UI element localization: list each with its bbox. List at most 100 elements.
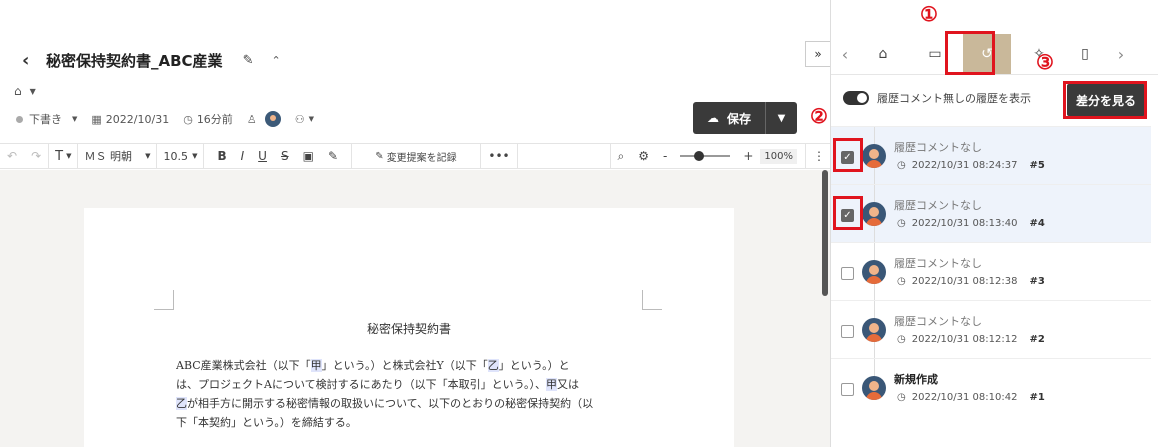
history-item[interactable]: 新規作成 ◷ 2022/10/31 08:10:42 #1 — [831, 358, 1151, 416]
status-dropdown[interactable]: 下書き ▼ — [16, 111, 77, 127]
clock-icon: ◷ — [897, 218, 906, 229]
history-checkbox[interactable] — [841, 267, 854, 280]
history-item[interactable]: ✓ 履歴コメントなし ◷ 2022/10/31 08:13:40 #4 — [831, 184, 1151, 243]
history-number: #4 — [1029, 218, 1045, 229]
date-item: ▦ 2022/10/31 — [91, 113, 169, 126]
document-title: 秘密保持契約書_ABC産業 — [46, 51, 223, 70]
date-text: 2022/10/31 — [105, 112, 170, 126]
clock-icon: ◷ — [183, 112, 193, 126]
history-time: 2022/10/31 08:13:40 — [911, 218, 1018, 229]
text-box-icon[interactable]: ▣ — [296, 149, 321, 163]
save-label: 保存 — [726, 111, 751, 126]
history-meta: ◷ 2022/10/31 08:12:38 #3 — [897, 276, 1045, 287]
tag-icon[interactable]: ⌂ — [14, 84, 22, 98]
history-time: 2022/10/31 08:10:42 — [911, 392, 1018, 403]
show-no-comment-toggle[interactable] — [843, 91, 869, 105]
toggle-label: 履歴コメント無しの履歴を表示 — [877, 92, 1031, 105]
history-number: #3 — [1029, 276, 1045, 287]
annotation-1: ① — [920, 2, 938, 26]
history-time: 2022/10/31 08:12:38 — [911, 276, 1018, 287]
annotation-2: ② — [810, 104, 828, 128]
font-size-select[interactable]: 10.5 ▼ — [157, 143, 203, 169]
edit-icon[interactable]: ✎ — [243, 53, 254, 68]
zoom-slider[interactable] — [680, 151, 731, 161]
suggest-changes-button[interactable]: ✎ 変更提案を記録 — [352, 143, 480, 169]
chevron-down-icon[interactable]: ▼ — [30, 87, 36, 96]
chevron-down-icon: ▼ — [308, 115, 314, 123]
zoom-out-icon[interactable]: - — [656, 149, 674, 163]
save-button[interactable]: ☁ 保存 — [693, 102, 765, 134]
avatar — [862, 376, 886, 400]
redo-icon[interactable]: ↷ — [24, 149, 48, 163]
vertical-more-icon[interactable]: ⋮ — [806, 149, 830, 163]
annotation-3: ③ — [1036, 50, 1054, 74]
document-page[interactable]: 秘密保持契約書 ABC産業株式会社（以下「甲」という。）と株式会社Y（以下「乙」… — [84, 208, 734, 447]
history-checkbox[interactable] — [841, 383, 854, 396]
status-text: 下書き — [29, 113, 62, 126]
margin-corner — [642, 290, 662, 310]
time-item: ◷ 16分前 — [183, 111, 233, 127]
document-body: ABC産業株式会社（以下「甲」という。）と株式会社Y（以下「乙」という。）と は… — [176, 356, 642, 432]
history-number: #5 — [1029, 160, 1045, 171]
tab-home[interactable]: ⌂ — [859, 34, 907, 74]
history-title: 履歴コメントなし — [894, 199, 982, 212]
history-number: #2 — [1029, 334, 1045, 345]
collapse-panel-button[interactable]: » — [805, 41, 831, 67]
avatar — [862, 202, 886, 226]
divider — [517, 143, 518, 169]
history-item[interactable]: ✓ 履歴コメントなし ◷ 2022/10/31 08:24:37 #5 — [831, 126, 1151, 185]
history-meta: ◷ 2022/10/31 08:10:42 #1 — [897, 392, 1045, 403]
undo-icon[interactable]: ↶ — [0, 149, 24, 163]
save-group: ☁ 保存 ▼ — [693, 102, 797, 134]
history-time: 2022/10/31 08:24:37 — [911, 160, 1018, 171]
back-icon[interactable]: ‹ — [22, 50, 42, 71]
chevron-right-icon[interactable]: › — [1107, 45, 1135, 64]
history-title: 履歴コメントなし — [894, 315, 982, 328]
underline-icon[interactable]: U — [251, 149, 274, 163]
clock-icon: ◷ — [897, 160, 906, 171]
body-line: は、プロジェクトAについて検討するにあたり（以下「本取引」という。）、甲又は — [176, 378, 579, 391]
zoom-value: 100% — [760, 148, 797, 164]
status-dot-icon — [16, 115, 23, 123]
more-icon[interactable]: ••• — [481, 149, 517, 163]
zoom-in-icon[interactable]: + — [736, 149, 760, 163]
history-checkbox[interactable] — [841, 325, 854, 338]
history-meta: ◷ 2022/10/31 08:24:37 #5 — [897, 160, 1045, 171]
text-style-dropdown[interactable]: T ▼ — [49, 143, 77, 169]
owner-item[interactable]: ♙ — [247, 111, 281, 127]
body-line: ABC産業株式会社（以下「甲」という。）と株式会社Y（以下「乙」という。）と — [176, 359, 570, 372]
save-dropdown-button[interactable]: ▼ — [765, 102, 797, 134]
user-icon: ♙ — [246, 112, 257, 126]
editor-toolbar: ↶ ↷ T ▼ ＭＳ 明朝 ▼ 10.5 ▼ B I U S ▣ ✎ ✎ 変更提案を記… — [0, 143, 830, 169]
font-family-value: ＭＳ 明朝 — [84, 150, 132, 163]
history-item[interactable]: 履歴コメントなし ◷ 2022/10/31 08:12:12 #2 — [831, 300, 1151, 359]
font-size-value: 10.5 — [163, 149, 188, 163]
collapse-up-icon[interactable]: ⌃ — [271, 54, 280, 67]
history-list: ✓ 履歴コメントなし ◷ 2022/10/31 08:24:37 #5 ✓ 履歴コメ… — [831, 126, 1151, 416]
clock-icon: ◷ — [897, 276, 906, 287]
clock-icon: ◷ — [897, 392, 906, 403]
search-icon[interactable]: ⌕ — [611, 149, 632, 164]
tag-row[interactable]: ⌂ ▼ — [14, 84, 36, 98]
history-number: #1 — [1029, 392, 1045, 403]
pen-icon[interactable]: ✎ — [321, 149, 345, 163]
bold-icon[interactable]: B — [210, 149, 233, 163]
body-line: 下「本契約」という。）を締結する。 — [176, 416, 357, 429]
chevron-left-icon[interactable]: ‹ — [831, 45, 859, 64]
calendar-icon: ▦ — [91, 112, 102, 126]
relative-time-text: 16分前 — [196, 113, 233, 126]
editor-scrollbar[interactable] — [822, 170, 828, 296]
share-item[interactable]: ⚇ ▼ — [295, 113, 314, 126]
history-title: 履歴コメントなし — [894, 141, 982, 154]
history-meta: ◷ 2022/10/31 08:12:12 #2 — [897, 334, 1045, 345]
italic-icon[interactable]: I — [234, 149, 252, 163]
body-line: 乙が相手方に開示する秘密情報の取扱いについて、以下のとおりの秘密保持契約（以 — [176, 397, 594, 410]
font-family-select[interactable]: ＭＳ 明朝 ▼ — [78, 143, 156, 169]
clock-icon: ◷ — [897, 334, 906, 345]
gear-icon[interactable]: ⚙ — [631, 149, 656, 163]
history-item[interactable]: 履歴コメントなし ◷ 2022/10/31 08:12:38 #3 — [831, 242, 1151, 301]
title-row: ‹ 秘密保持契約書_ABC産業 ✎ ⌃ — [22, 48, 281, 72]
avatar — [862, 260, 886, 284]
strikethrough-icon[interactable]: S — [274, 149, 296, 163]
tab-book[interactable]: ▯ — [1061, 34, 1109, 74]
